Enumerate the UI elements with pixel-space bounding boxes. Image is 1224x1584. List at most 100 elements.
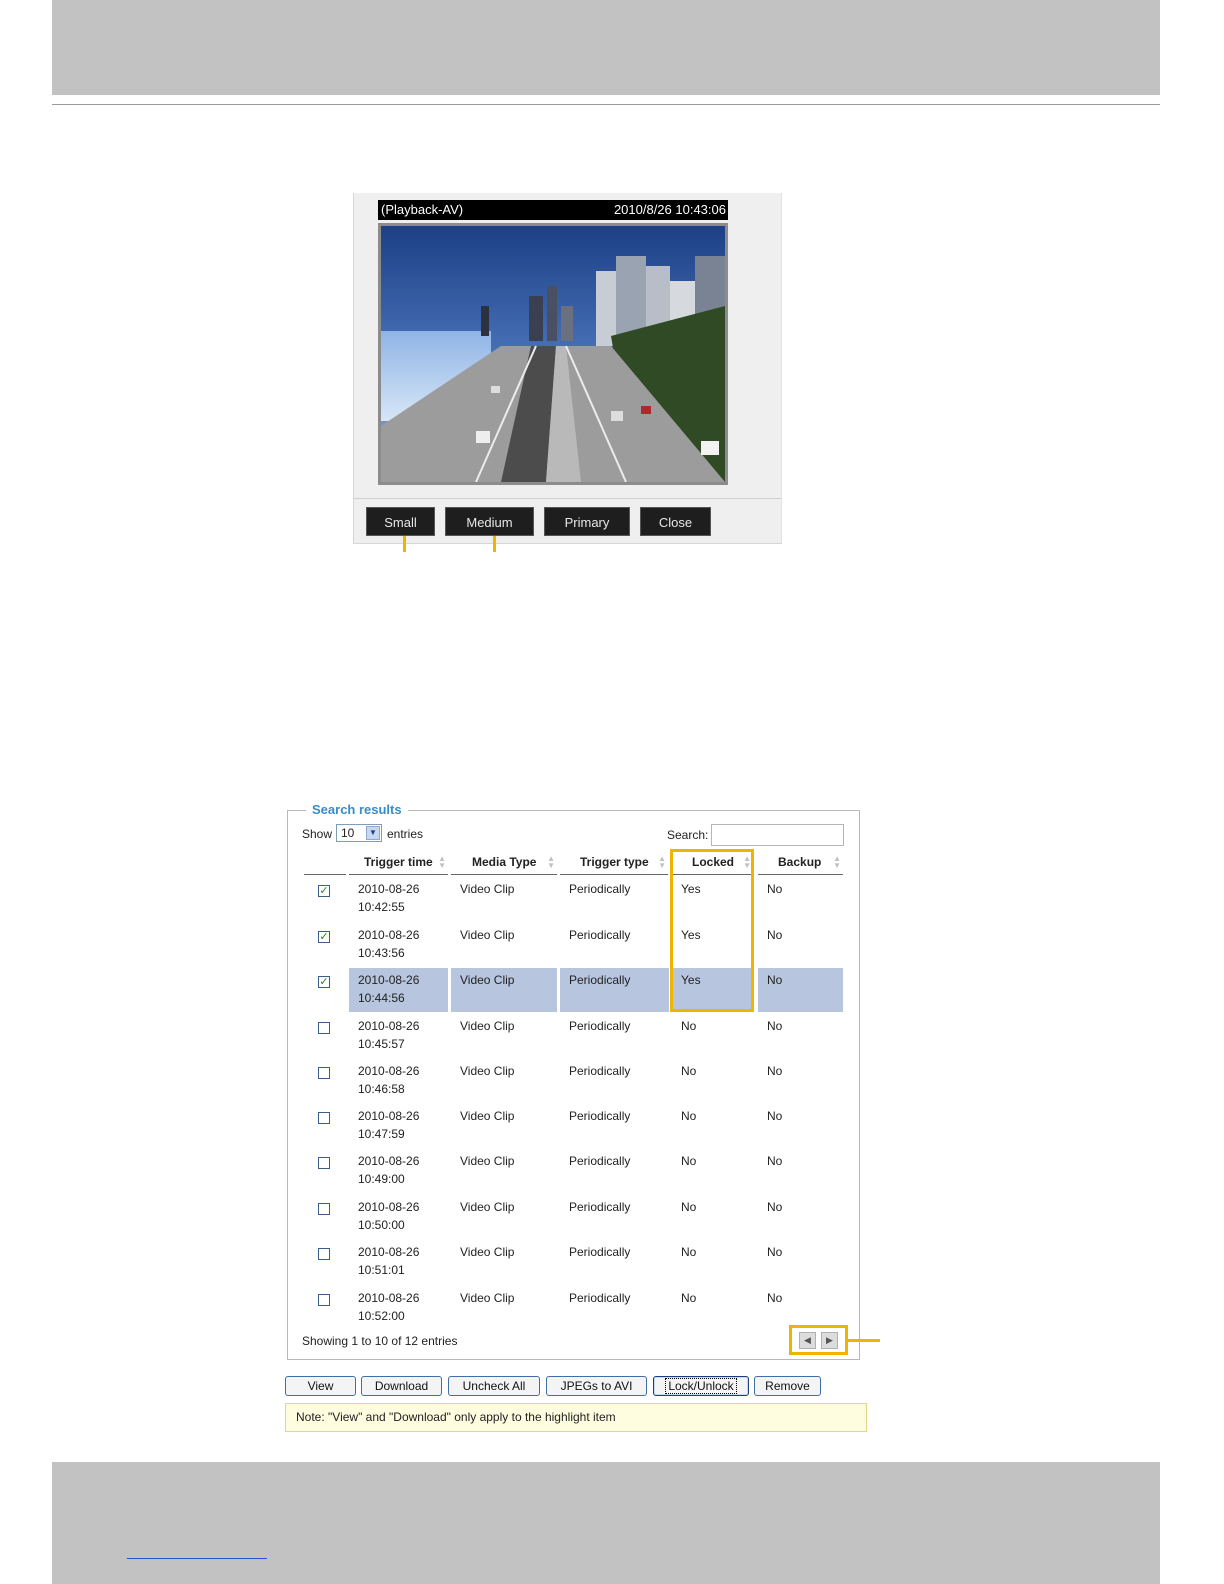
sort-icon: ▲ ▼: [438, 854, 446, 870]
locked-column-highlight: [670, 849, 754, 1012]
trigger-type-cell: Periodically: [569, 1154, 631, 1168]
trigger-type-cell: Periodically: [569, 1019, 631, 1033]
playback-title: (Playback-AV): [381, 202, 464, 217]
search-results-legend: Search results: [306, 802, 408, 817]
trigger-time-cell: 2010-08-26 10:52:00: [358, 1291, 420, 1323]
row-checkbox[interactable]: [318, 1203, 330, 1215]
backup-cell: No: [767, 1200, 783, 1214]
primary-button[interactable]: Primary: [544, 507, 630, 536]
trigger-type-cell: Periodically: [569, 973, 631, 987]
column-header-trigger-time[interactable]: Trigger time ▲ ▼: [349, 852, 448, 875]
row-checkbox[interactable]: [318, 1067, 330, 1079]
media-type-cell: Video Clip: [460, 1245, 515, 1259]
trigger-time-cell: 2010-08-26 10:43:56: [358, 928, 420, 960]
trigger-type-cell: Periodically: [569, 1109, 631, 1123]
playback-title-bar: (Playback-AV) 2010/8/26 10:43:06: [378, 200, 728, 220]
media-type-cell: Video Clip: [460, 1291, 515, 1305]
note-banner: Note: "View" and "Download" only apply t…: [285, 1403, 867, 1432]
media-type-cell: Video Clip: [460, 1019, 515, 1033]
locked-cell: No: [681, 1109, 697, 1123]
video-image: [381, 226, 725, 482]
footer-link-underline: [127, 1558, 267, 1559]
showing-entries-info: Showing 1 to 10 of 12 entries: [302, 1334, 458, 1348]
chevron-down-icon[interactable]: ▼: [366, 826, 380, 840]
media-type-cell: Video Clip: [460, 928, 515, 942]
trigger-time-cell: 2010-08-26 10:49:00: [358, 1154, 420, 1186]
trigger-time-cell: 2010-08-26 10:42:55: [358, 882, 420, 914]
backup-cell: No: [767, 928, 783, 942]
row-checkbox[interactable]: [318, 1157, 330, 1169]
column-header-media-type[interactable]: Media Type ▲ ▼: [451, 852, 557, 875]
trigger-time-cell: 2010-08-26 10:46:58: [358, 1064, 420, 1096]
sort-icon: ▲ ▼: [833, 854, 841, 870]
column-header-select: [304, 852, 346, 875]
backup-cell: No: [767, 1109, 783, 1123]
uncheck-all-button[interactable]: Uncheck All: [448, 1376, 540, 1396]
row-checkbox[interactable]: ✓: [318, 885, 330, 897]
playback-divider: [354, 498, 781, 499]
jpegs-to-avi-button[interactable]: JPEGs to AVI: [546, 1376, 647, 1396]
trigger-type-cell: Periodically: [569, 928, 631, 942]
media-type-cell: Video Clip: [460, 973, 515, 987]
footer-band: [52, 1462, 1160, 1584]
media-type-cell: Video Clip: [460, 1154, 515, 1168]
trigger-time-cell: 2010-08-26 10:50:00: [358, 1200, 420, 1232]
media-type-cell: Video Clip: [460, 1200, 515, 1214]
trigger-type-cell: Periodically: [569, 1064, 631, 1078]
row-checkbox[interactable]: [318, 1112, 330, 1124]
row-checkbox[interactable]: ✓: [318, 931, 330, 943]
remove-button[interactable]: Remove: [754, 1376, 821, 1396]
header-band: [52, 0, 1160, 95]
lock-unlock-button[interactable]: Lock/Unlock: [653, 1376, 749, 1396]
small-button[interactable]: Small: [366, 507, 435, 536]
entries-select-value: 10: [341, 826, 355, 840]
locked-cell: No: [681, 1245, 697, 1259]
trigger-time-cell: 2010-08-26 10:45:57: [358, 1019, 420, 1051]
backup-cell: No: [767, 1291, 783, 1305]
column-header-label: Media Type: [472, 855, 537, 869]
entries-select[interactable]: 10 ▼: [336, 824, 382, 842]
playback-window: (Playback-AV) 2010/8/26 10:43:06 Small M…: [353, 193, 782, 544]
trigger-type-cell: Periodically: [569, 1200, 631, 1214]
header-rule: [52, 104, 1160, 105]
trigger-type-cell: Periodically: [569, 882, 631, 896]
sort-icon: ▲ ▼: [547, 854, 555, 870]
close-button[interactable]: Close: [640, 507, 711, 536]
video-frame: [378, 223, 728, 485]
download-button[interactable]: Download: [361, 1376, 442, 1396]
row-checkbox[interactable]: [318, 1022, 330, 1034]
trigger-time-cell: 2010-08-26 10:44:56: [358, 973, 420, 1005]
small-callout-line: [403, 536, 406, 552]
backup-cell: No: [767, 1019, 783, 1033]
backup-cell: No: [767, 882, 783, 896]
medium-callout-line: [493, 536, 496, 552]
backup-cell: No: [767, 1245, 783, 1259]
locked-cell: No: [681, 1291, 697, 1305]
medium-button[interactable]: Medium: [445, 507, 534, 536]
locked-cell: No: [681, 1019, 697, 1033]
view-button[interactable]: View: [285, 1376, 356, 1396]
backup-cell: No: [767, 973, 783, 987]
trigger-type-cell: Periodically: [569, 1291, 631, 1305]
sort-icon: ▲ ▼: [658, 854, 666, 870]
locked-cell: No: [681, 1064, 697, 1078]
column-header-backup[interactable]: Backup ▲ ▼: [758, 852, 843, 875]
search-input[interactable]: [711, 824, 844, 846]
entries-label: entries: [387, 827, 424, 841]
media-type-cell: Video Clip: [460, 1064, 515, 1078]
locked-cell: No: [681, 1200, 697, 1214]
pagination-highlight: [789, 1325, 848, 1355]
trigger-type-cell: Periodically: [569, 1245, 631, 1259]
pagination-callout-line: [848, 1339, 880, 1342]
lock-unlock-label: Lock/Unlock: [665, 1378, 737, 1394]
media-type-cell: Video Clip: [460, 882, 515, 896]
row-checkbox[interactable]: ✓: [318, 976, 330, 988]
locked-cell: No: [681, 1154, 697, 1168]
row-checkbox[interactable]: [318, 1248, 330, 1260]
search-label: Search:: [667, 828, 709, 842]
column-header-trigger-type[interactable]: Trigger type ▲ ▼: [560, 852, 668, 875]
show-label: Show: [302, 827, 333, 841]
trigger-time-cell: 2010-08-26 10:47:59: [358, 1109, 420, 1141]
row-checkbox[interactable]: [318, 1294, 330, 1306]
column-header-label: Trigger type: [580, 855, 649, 869]
